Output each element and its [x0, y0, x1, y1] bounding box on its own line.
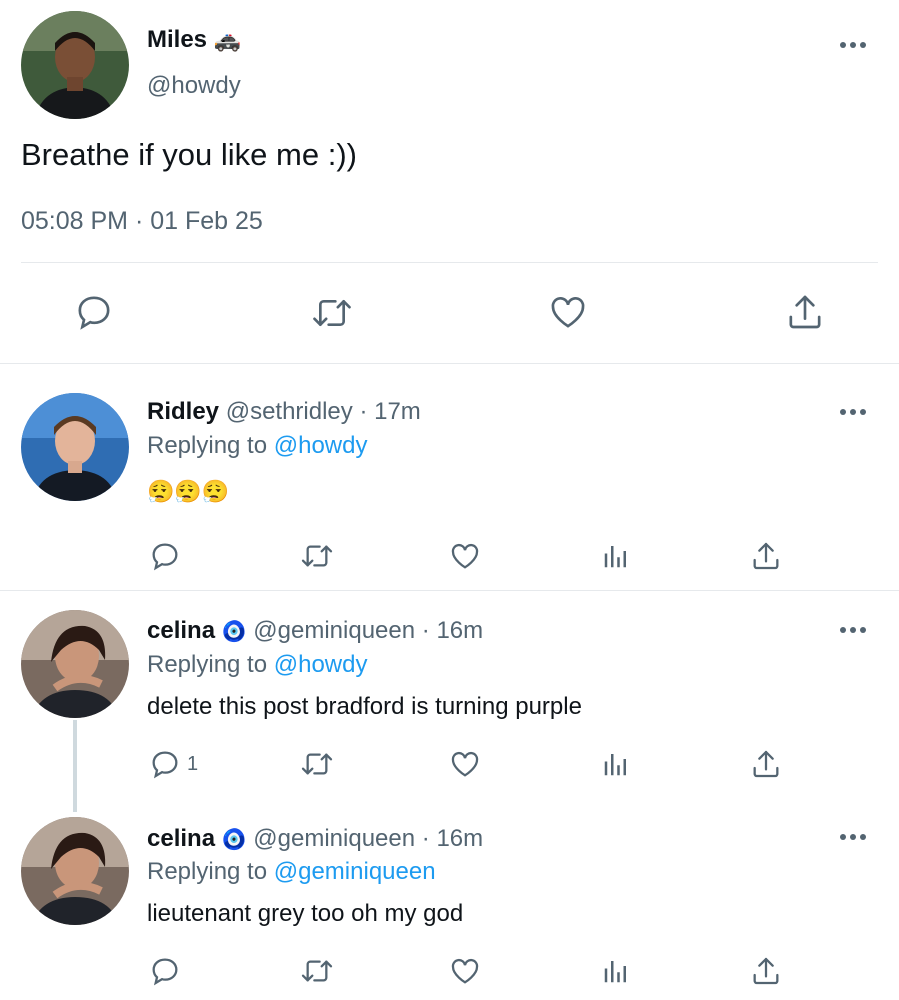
name-emoji: 🧿 — [221, 621, 247, 643]
reply-icon[interactable] — [149, 955, 181, 987]
divider — [0, 590, 899, 591]
author-name[interactable]: celina — [147, 617, 215, 644]
author-handle[interactable]: @howdy — [147, 72, 241, 100]
post-time[interactable]: · 17m — [359, 398, 420, 425]
more-options-icon[interactable] — [840, 40, 870, 50]
like-icon[interactable] — [448, 955, 482, 987]
author-handle[interactable]: @sethridley — [226, 398, 353, 425]
share-icon[interactable] — [750, 540, 782, 572]
post-time[interactable]: · 16m — [422, 825, 483, 852]
avatar-ridley[interactable] — [21, 393, 129, 501]
reply-text: 😮‍💨😮‍💨😮‍💨 — [147, 479, 230, 504]
replying-to-link[interactable]: @howdy — [274, 651, 368, 678]
reply-icon[interactable] — [149, 748, 181, 780]
share-icon[interactable] — [750, 748, 782, 780]
share-icon[interactable] — [750, 955, 782, 987]
author-name[interactable]: Ridley — [147, 398, 219, 425]
post-time[interactable]: · 16m — [422, 617, 483, 644]
author-handle[interactable]: @geminiqueen — [253, 825, 415, 852]
reply-icon[interactable] — [149, 540, 181, 572]
like-icon[interactable] — [547, 292, 589, 332]
replying-to-link[interactable]: @howdy — [274, 432, 368, 459]
reply-text: lieutenant grey too oh my god — [147, 900, 464, 927]
views-icon[interactable] — [601, 540, 631, 572]
author-handle[interactable]: @geminiqueen — [253, 617, 415, 644]
reply-icon[interactable] — [74, 292, 114, 332]
views-icon[interactable] — [601, 955, 631, 987]
retweet-icon[interactable] — [299, 955, 335, 987]
author-name[interactable]: Miles — [147, 26, 207, 53]
views-icon[interactable] — [601, 748, 631, 780]
divider — [0, 363, 899, 364]
more-options-icon[interactable] — [840, 625, 870, 635]
retweet-icon[interactable] — [310, 293, 354, 333]
like-icon[interactable] — [448, 748, 482, 780]
tweet-timestamp[interactable]: 05:08 PM · 01 Feb 25 — [21, 207, 263, 236]
replying-to-label: Replying to — [147, 432, 268, 459]
avatar-celina[interactable] — [21, 610, 129, 718]
share-icon[interactable] — [785, 292, 825, 332]
replying-to-label: Replying to — [147, 651, 268, 678]
thread-connector — [73, 720, 77, 812]
reply-text: delete this post bradford is turning pur… — [147, 693, 582, 720]
more-options-icon[interactable] — [840, 407, 870, 417]
tweet-text: Breathe if you like me :)) — [21, 137, 357, 172]
retweet-icon[interactable] — [299, 540, 335, 572]
retweet-icon[interactable] — [299, 748, 335, 780]
reply-count: 1 — [187, 753, 199, 775]
name-emoji: 🚓 — [213, 27, 242, 52]
avatar-celina[interactable] — [21, 817, 129, 925]
divider — [21, 262, 878, 263]
more-options-icon[interactable] — [840, 832, 870, 842]
like-icon[interactable] — [448, 540, 482, 572]
author-name[interactable]: celina — [147, 825, 215, 852]
replying-to-link[interactable]: @geminiqueen — [274, 858, 436, 885]
avatar-miles[interactable] — [21, 11, 129, 119]
name-emoji: 🧿 — [221, 829, 247, 851]
replying-to-label: Replying to — [147, 858, 268, 885]
